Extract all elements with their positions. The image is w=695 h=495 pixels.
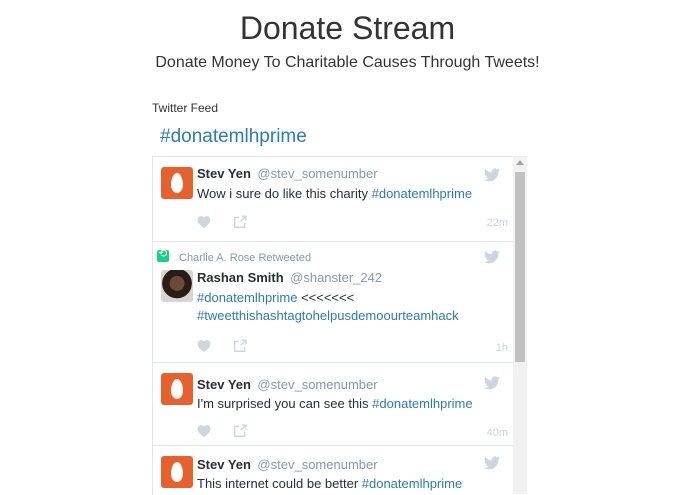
tweet-text: Wow i sure do like this charity #donatem… [197, 185, 497, 203]
tweet-text-body: This internet could be better [197, 476, 362, 491]
avatar[interactable] [161, 167, 193, 199]
twitter-bird-icon[interactable] [484, 250, 500, 264]
tweet-timestamp[interactable]: 1h [496, 341, 508, 355]
twitter-bird-icon[interactable] [484, 376, 500, 390]
tweet[interactable]: Charlie A. Rose Retweeted Rashan Smith @… [153, 242, 516, 363]
tweet[interactable]: Stev Yen @stev_somenumber I'm surprised … [153, 363, 516, 446]
tweet-hashtag-link[interactable]: #donatemlhprime [372, 396, 472, 411]
avatar[interactable] [161, 270, 193, 302]
tweet[interactable]: Stev Yen @stev_somenumber Wow i sure do … [153, 157, 516, 242]
twitter-bird-icon[interactable] [484, 168, 500, 182]
feed-hashtag-link[interactable]: #donatemlhprime [160, 125, 307, 149]
tweet-hashtag-link[interactable]: #donatemlhprime [197, 290, 297, 305]
twitter-timeline[interactable]: Stev Yen @stev_somenumber Wow i sure do … [152, 156, 528, 495]
tweet-author-handle[interactable]: @stev_somenumber [257, 377, 377, 392]
twitter-bird-icon[interactable] [484, 456, 500, 470]
heart-icon[interactable] [197, 424, 211, 438]
timeline-scrollbar[interactable] [513, 156, 527, 494]
tweet-text-body: <<<<<<< [297, 290, 355, 305]
avatar[interactable] [161, 456, 193, 488]
page-title: Donate Stream [239, 10, 456, 46]
tweet-author-name[interactable]: Stev Yen [197, 457, 251, 472]
page-subtitle: Donate Money To Charitable Causes Throug… [155, 54, 540, 71]
tweet-timestamp[interactable]: 22m [487, 216, 508, 230]
tweet-text: This internet could be better #donatemlh… [197, 475, 497, 493]
tweet-text-body: I'm surprised you can see this [197, 396, 373, 411]
tweet-hashtag-link[interactable]: #donatemlhprime [372, 186, 472, 201]
tweet-author-name[interactable]: Stev Yen [197, 377, 251, 392]
tweet[interactable]: Stev Yen @stev_somenumber This internet … [153, 446, 516, 495]
tweet-timestamp[interactable]: 40m [487, 426, 508, 440]
heart-icon[interactable] [197, 215, 211, 229]
scroll-up-arrow-icon[interactable] [516, 160, 524, 165]
tweet-text: #donatemlhprime <<<<<<< #tweetthishashtag… [197, 289, 497, 325]
tweet-hashtag-link[interactable]: #donatemlhprime [362, 476, 462, 491]
tweet-hashtag-link[interactable]: #tweetthishashtagtohelpusdemoourteamhack [197, 308, 459, 323]
scrollbar-thumb[interactable] [515, 172, 525, 362]
share-icon[interactable] [233, 339, 247, 353]
feed-label: Twitter Feed [152, 101, 219, 115]
tweet-author-name[interactable]: Rashan Smith [197, 270, 284, 285]
share-icon[interactable] [233, 215, 247, 229]
heart-icon[interactable] [197, 339, 211, 353]
share-icon[interactable] [233, 424, 247, 438]
retweet-icon [157, 247, 169, 262]
avatar[interactable] [161, 373, 193, 405]
tweet-text: I'm surprised you can see this #donateml… [197, 395, 497, 413]
tweet-text-body: Wow i sure do like this charity [197, 186, 372, 201]
tweet-author-name[interactable]: Stev Yen [197, 166, 251, 181]
tweet-author-handle[interactable]: @stev_somenumber [257, 457, 377, 472]
tweet-author-handle[interactable]: @shanster_242 [290, 270, 382, 285]
tweet-author-handle[interactable]: @stev_somenumber [257, 166, 377, 181]
retweeted-by-label[interactable]: Charlie A. Rose Retweeted [179, 252, 311, 264]
